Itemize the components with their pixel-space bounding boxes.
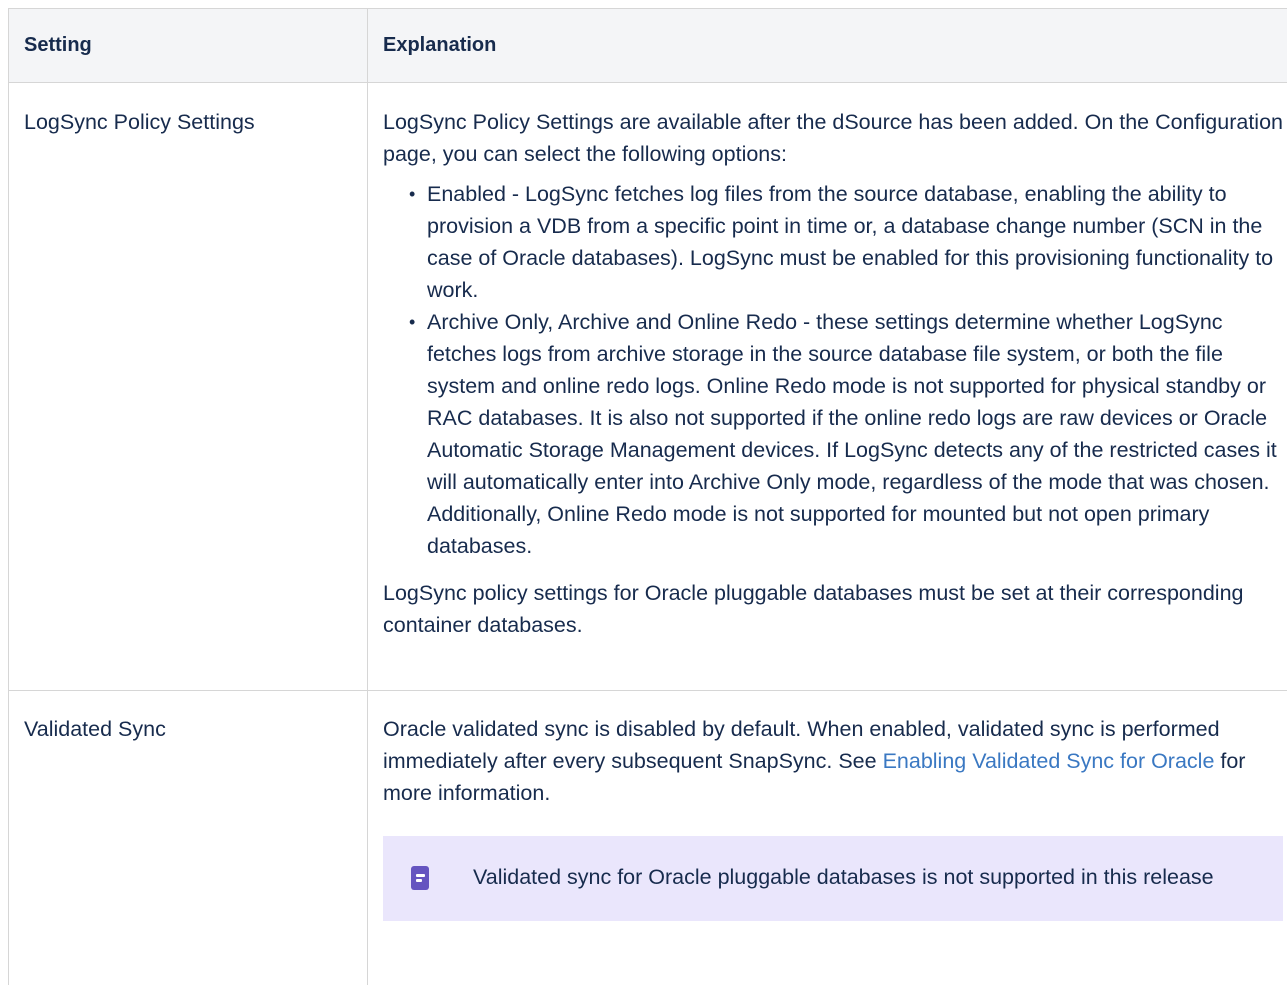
note-icon (411, 866, 429, 890)
column-header-setting: Setting (8, 8, 368, 83)
enabling-validated-sync-link[interactable]: Enabling Validated Sync for Oracle (883, 749, 1215, 773)
explanation-intro: LogSync Policy Settings are available af… (383, 110, 1283, 166)
table-row: Validated Sync Oracle validated sync is … (8, 690, 1287, 985)
column-header-explanation: Explanation (367, 8, 1287, 83)
note-text: Validated sync for Oracle pluggable data… (473, 865, 1214, 889)
explanation-text: Oracle validated sync is disabled by def… (383, 713, 1283, 809)
setting-cell: LogSync Policy Settings (8, 82, 368, 691)
note-panel: Validated sync for Oracle pluggable data… (383, 836, 1283, 921)
options-list: Enabled - LogSync fetches log files from… (383, 178, 1283, 562)
list-item: Archive Only, Archive and Online Redo - … (409, 306, 1283, 562)
explanation-outro: LogSync policy settings for Oracle plugg… (383, 581, 1244, 637)
list-item: Enabled - LogSync fetches log files from… (409, 178, 1283, 306)
setting-name: Validated Sync (24, 717, 166, 741)
settings-table-container: Setting Explanation LogSync Policy Setti… (0, 0, 1287, 985)
table-row: LogSync Policy Settings LogSync Policy S… (8, 82, 1287, 691)
explanation-cell: LogSync Policy Settings are available af… (367, 82, 1287, 691)
setting-name: LogSync Policy Settings (24, 110, 255, 134)
settings-table: Setting Explanation LogSync Policy Setti… (8, 8, 1287, 985)
explanation-cell: Oracle validated sync is disabled by def… (367, 690, 1287, 985)
setting-cell: Validated Sync (8, 690, 368, 985)
table-header-row: Setting Explanation (8, 8, 1287, 83)
